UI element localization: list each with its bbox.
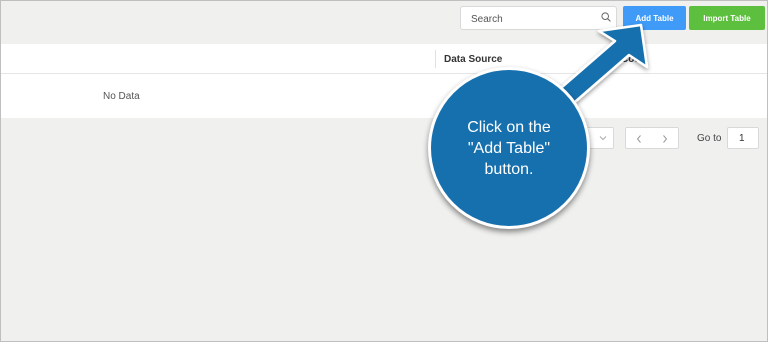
add-table-button[interactable]: Add Table — [623, 6, 686, 30]
chevron-left-icon[interactable] — [635, 134, 643, 144]
page-size-select[interactable] — [586, 127, 614, 149]
column-header-code[interactable]: Code — [621, 54, 646, 65]
column-header-data-source[interactable]: Data Source — [444, 54, 502, 65]
search-icon[interactable] — [601, 12, 611, 22]
column-divider — [435, 50, 436, 68]
top-toolbar: Add Table Import Table — [1, 1, 767, 39]
callout-line: "Add Table" — [467, 139, 551, 157]
pagination-nav — [625, 127, 679, 149]
chevron-right-icon[interactable] — [661, 134, 669, 144]
screenshot-frame: Add Table Import Table Data Source Code … — [0, 0, 768, 342]
goto-label: Go to — [697, 133, 722, 144]
callout-line: Click on the — [467, 118, 551, 136]
goto-page-input[interactable] — [727, 127, 759, 149]
import-table-button[interactable]: Import Table — [689, 6, 765, 30]
callout-text: Click on the "Add Table" button. — [454, 117, 564, 180]
search-input[interactable] — [469, 10, 593, 28]
callout-line: button. — [484, 160, 534, 178]
chevron-down-icon — [599, 136, 607, 141]
table-header: Data Source Code — [1, 44, 767, 74]
callout-bubble: Click on the "Add Table" button. — [428, 67, 590, 229]
data-table: Data Source Code No Data — [1, 44, 767, 118]
empty-table-text: No Data — [103, 91, 140, 102]
search-box[interactable] — [460, 6, 617, 30]
